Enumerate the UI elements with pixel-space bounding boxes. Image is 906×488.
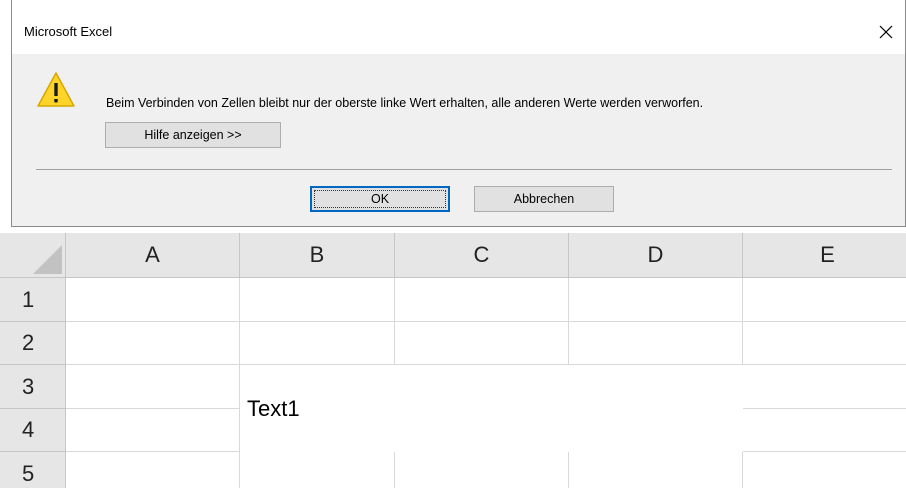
warning-icon xyxy=(37,72,75,107)
dialog-titlebar[interactable]: Microsoft Excel xyxy=(12,0,905,54)
dialog-separator xyxy=(36,169,892,170)
cell-value: Text1 xyxy=(247,395,300,421)
column-header-a[interactable]: A xyxy=(66,233,240,278)
select-all-triangle-icon xyxy=(33,245,62,274)
select-all-corner[interactable] xyxy=(0,233,66,278)
row-header-2[interactable]: 2 xyxy=(0,322,66,365)
row-header-4[interactable]: 4 xyxy=(0,409,66,452)
row-header-1[interactable]: 1 xyxy=(0,278,66,322)
column-header-d[interactable]: D xyxy=(569,233,743,278)
merged-cell-b3-d4[interactable]: Text1 xyxy=(240,365,743,452)
focus-rect xyxy=(314,190,446,208)
dialog-title: Microsoft Excel xyxy=(24,24,113,39)
column-header-e[interactable]: E xyxy=(743,233,906,278)
column-header-b[interactable]: B xyxy=(240,233,395,278)
close-button[interactable] xyxy=(867,14,905,50)
row-header-5[interactable]: 5 xyxy=(0,452,66,488)
row-header-3[interactable]: 3 xyxy=(0,365,66,409)
dialog-message: Beim Verbinden von Zellen bleibt nur der… xyxy=(106,96,704,110)
ok-button[interactable]: OK xyxy=(310,186,450,212)
close-icon xyxy=(879,25,893,39)
show-help-button[interactable]: Hilfe anzeigen >> xyxy=(105,122,281,148)
cancel-button[interactable]: Abbrechen xyxy=(474,186,614,212)
merge-warning-dialog: Microsoft Excel Beim Verbinden von Zelle… xyxy=(11,0,906,227)
grid-line xyxy=(66,321,906,322)
spreadsheet-grid: A B C D E 1 2 3 4 5 Text1 xyxy=(0,233,906,488)
column-header-c[interactable]: C xyxy=(395,233,569,278)
